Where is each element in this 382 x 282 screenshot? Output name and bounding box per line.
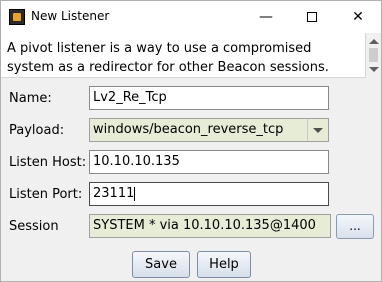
session-field[interactable]: SYSTEM * via 10.10.10.135@1400 [89, 214, 331, 238]
chevron-down-icon[interactable] [307, 119, 327, 141]
maximize-icon [307, 12, 317, 22]
title-bar[interactable]: New Listener — ✕ [1, 1, 381, 33]
description-panel: A pivot listener is a way to use a compr… [1, 33, 381, 78]
listen-host-field[interactable]: 10.10.10.135 [89, 150, 329, 174]
minimize-button[interactable]: — [243, 1, 289, 33]
listen-port-value: 23111 [93, 186, 135, 201]
text-caret [134, 186, 136, 201]
maximize-button[interactable] [289, 1, 335, 33]
name-label: Name: [9, 91, 52, 106]
help-button[interactable]: Help [197, 251, 251, 278]
app-icon [9, 9, 25, 25]
scroll-thumb[interactable] [369, 48, 378, 62]
window-title: New Listener [31, 9, 110, 23]
listen-host-label: Listen Host: [9, 155, 87, 170]
listen-port-label: Listen Port: [9, 187, 83, 202]
payload-value: windows/beacon_reverse_tcp [93, 122, 284, 137]
description-scrollbar[interactable] [365, 33, 381, 78]
session-label: Session [9, 219, 59, 234]
new-listener-dialog: New Listener — ✕ A pivot listener is a w… [0, 0, 382, 282]
description-text: A pivot listener is a way to use a compr… [7, 41, 329, 75]
scroll-up-icon[interactable] [369, 39, 379, 44]
name-field[interactable]: Lv2_Re_Tcp [89, 86, 329, 110]
payload-label: Payload: [9, 123, 65, 138]
save-button[interactable]: Save [132, 251, 190, 278]
close-button[interactable]: ✕ [335, 1, 381, 33]
scroll-down-icon[interactable] [369, 67, 379, 72]
payload-select[interactable]: windows/beacon_reverse_tcp [89, 118, 329, 142]
listen-port-field[interactable]: 23111 [89, 182, 329, 206]
browse-session-button[interactable]: ... [336, 214, 374, 239]
